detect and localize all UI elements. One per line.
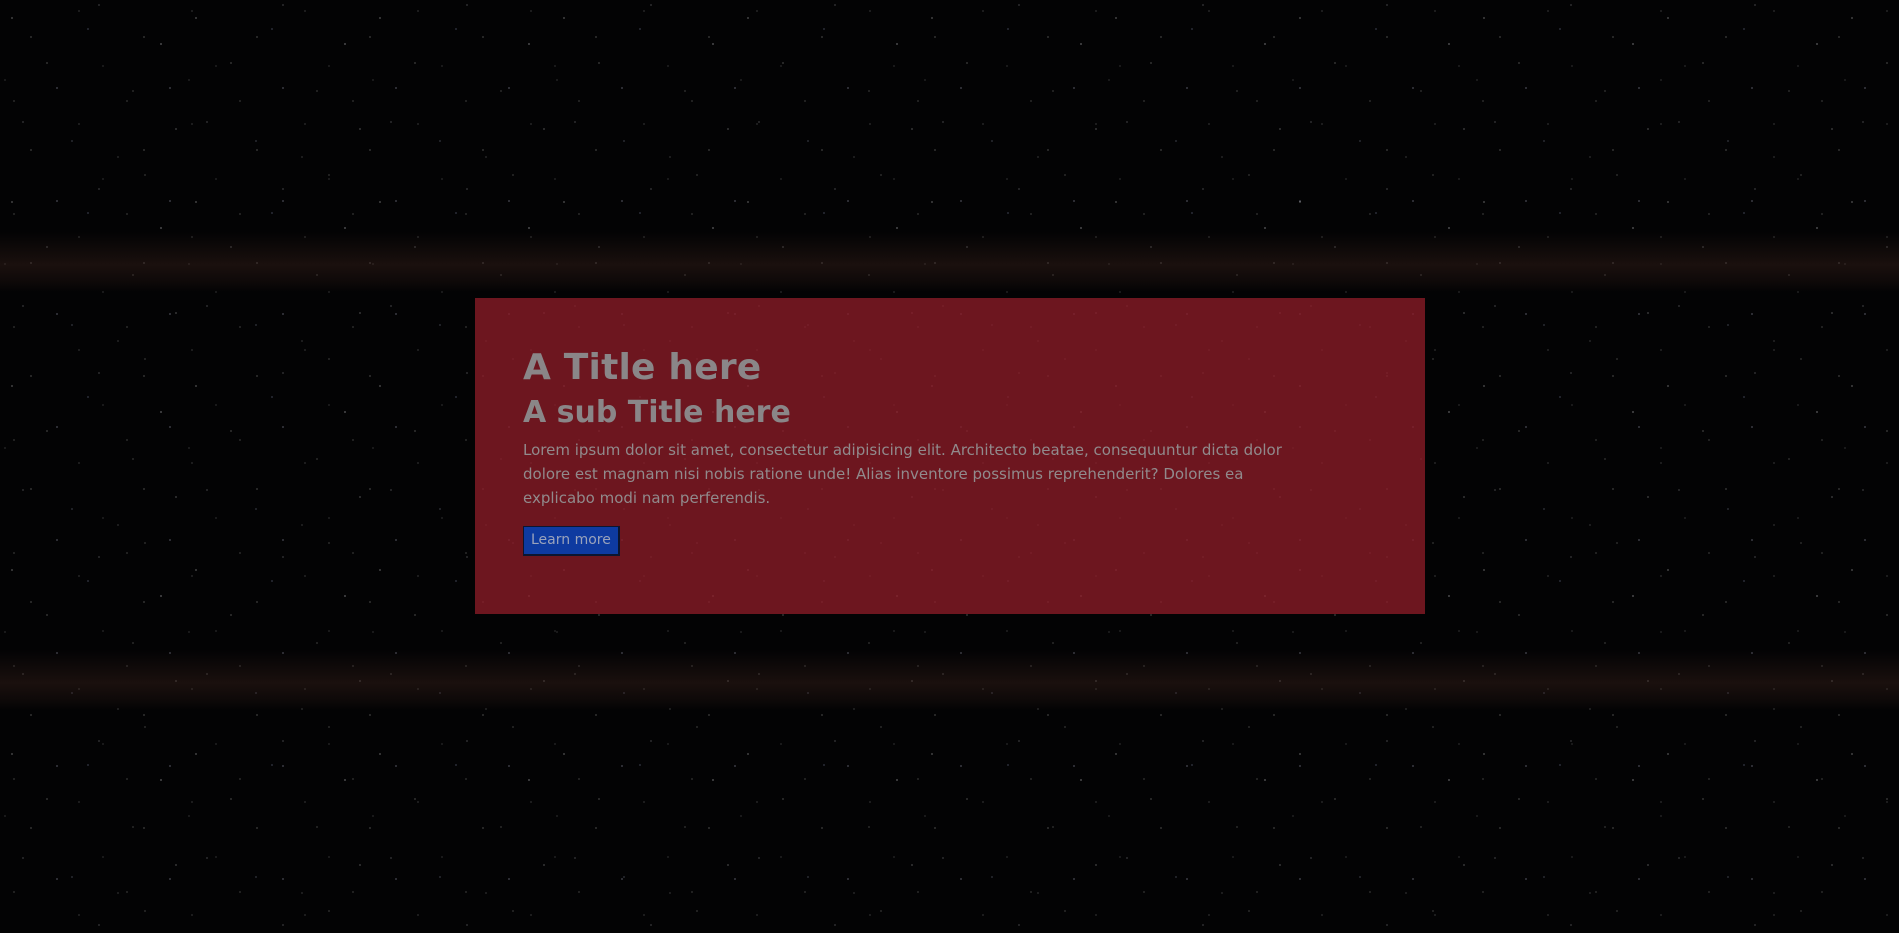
hero-title: A Title here (523, 347, 762, 388)
learn-more-button[interactable]: Learn more (523, 526, 620, 556)
hero-body-text: Lorem ipsum dolor sit amet, consectetur … (523, 441, 1282, 507)
milky-way-band-top (0, 232, 1899, 292)
hero-subtitle: A sub Title here (523, 395, 791, 430)
hero-card: A Title here A sub Title here Lorem ipsu… (475, 298, 1425, 614)
milky-way-band-bottom (0, 650, 1899, 710)
